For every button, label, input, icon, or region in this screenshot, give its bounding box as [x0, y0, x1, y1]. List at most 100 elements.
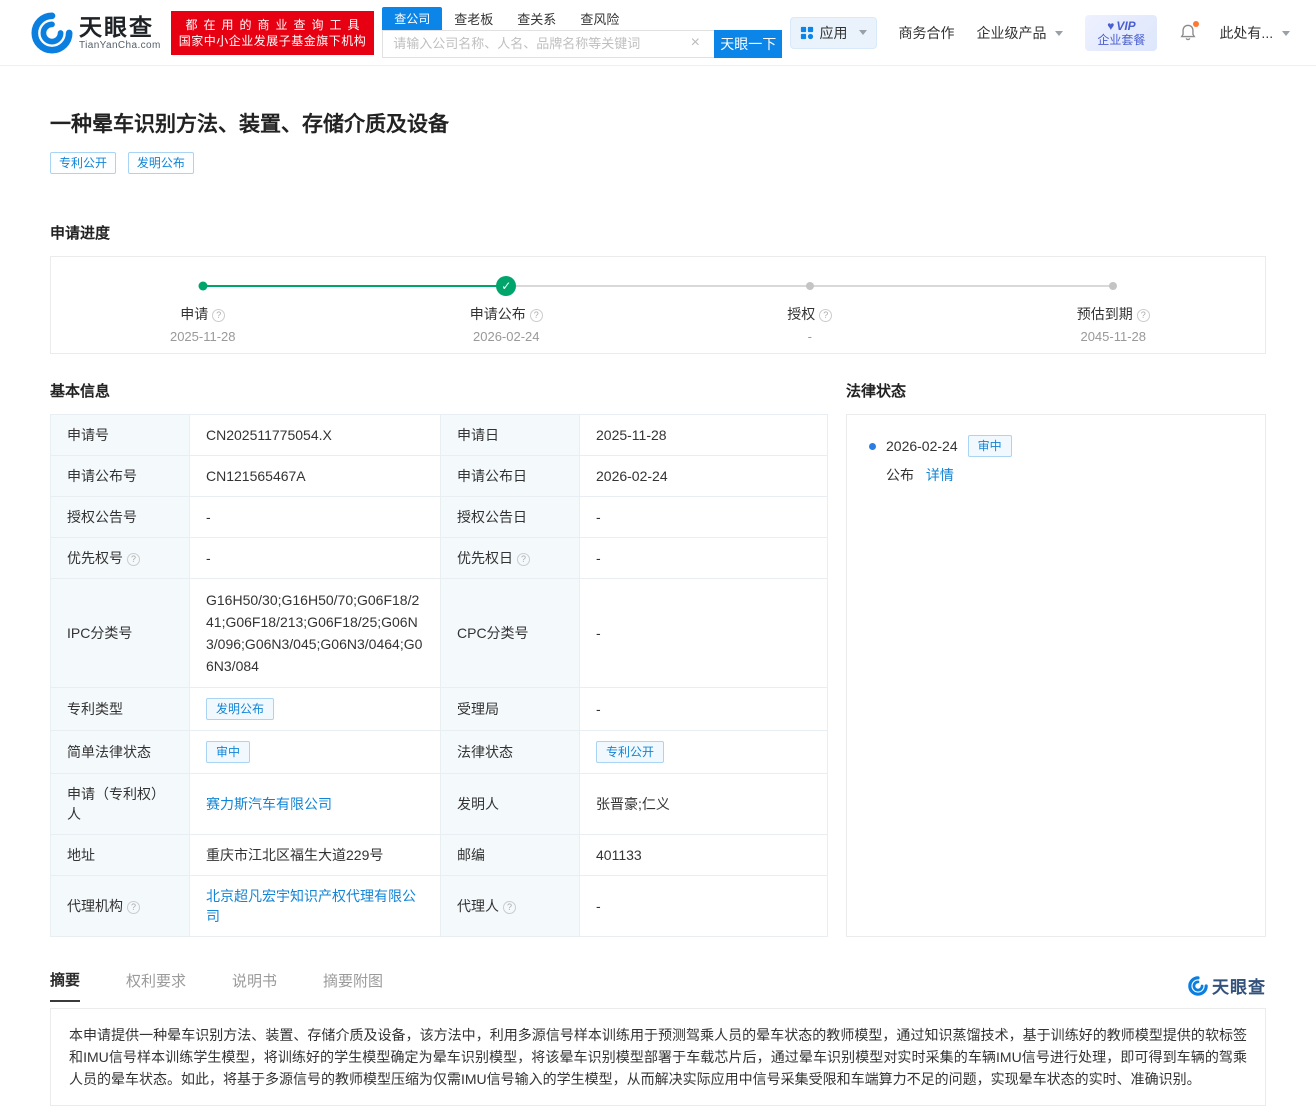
legal-status-line2: 公布 详情: [886, 465, 1243, 485]
applicant-link[interactable]: 赛力斯汽车有限公司: [206, 796, 332, 812]
legal-status-date: 2026-02-24: [886, 438, 958, 454]
info-label: 申请公布日: [440, 455, 580, 497]
search-tab-boss[interactable]: 查老板: [442, 7, 505, 30]
header: 天眼查 TianYanCha.com 都在用的商业查询工具 国家中小企业发展子基…: [0, 0, 1316, 66]
table-row: 授权公告号 - 授权公告日 -: [50, 496, 828, 538]
progress-step-grant: 授权 -: [658, 257, 962, 353]
tianyancha-watermark-icon: [1188, 975, 1208, 996]
info-value: -: [579, 687, 828, 731]
progress-dot-pending: [805, 282, 814, 290]
info-label: 申请（专利权）人: [50, 773, 190, 835]
vip-package-badge[interactable]: VIP 企业套餐: [1085, 14, 1158, 51]
search-input[interactable]: [382, 29, 715, 58]
info-value: -: [189, 537, 441, 579]
notification-dot: [1193, 21, 1200, 27]
basic-info-column: 基本信息 申请号 CN202511775054.X 申请日 2025-11-28…: [50, 380, 828, 937]
user-menu-label: 此处有...: [1219, 24, 1274, 41]
detail-link[interactable]: 详情: [926, 467, 954, 483]
top-nav: 应用 商务合作 企业级产品 VIP 企业套餐 此处有...: [789, 14, 1290, 51]
question-icon[interactable]: [819, 309, 833, 322]
info-label: 专利类型: [50, 687, 190, 731]
info-label: 法律状态: [440, 730, 580, 774]
info-value: 2025-11-28: [579, 414, 828, 456]
nav-item-cooperation[interactable]: 商务合作: [899, 23, 955, 43]
table-row: 简单法律状态 审中 法律状态 专利公开: [50, 730, 828, 774]
basic-info-title: 基本信息: [50, 383, 111, 400]
progress-section-title: 申请进度: [50, 225, 111, 242]
legal-status-column: 法律状态 2026-02-24 审中 公布 详情: [846, 380, 1266, 937]
patent-type-cell-tag: 发明公布: [206, 698, 275, 720]
info-value: CN121565467A: [189, 455, 441, 497]
info-label: 地址: [50, 834, 190, 876]
info-label: 邮编: [440, 834, 580, 876]
agency-link[interactable]: 北京超凡宏宇知识产权代理有限公司: [206, 888, 416, 924]
table-row: 申请公布号 CN121565467A 申请公布日 2026-02-24: [50, 455, 828, 497]
question-icon[interactable]: [127, 553, 140, 566]
question-icon[interactable]: [503, 901, 516, 914]
check-icon: [496, 276, 517, 296]
info-label: 代理机构: [50, 875, 190, 937]
tab-description[interactable]: 说明书: [232, 970, 277, 1001]
search-tab-relation[interactable]: 查关系: [505, 7, 568, 30]
notification-bell[interactable]: [1179, 21, 1200, 42]
search-area: 查公司 查老板 查关系 查风险 天眼一下: [382, 6, 783, 58]
promo-banner-line1: 都在用的商业查询工具: [185, 17, 366, 32]
question-icon[interactable]: [212, 309, 226, 322]
info-label: IPC分类号: [50, 578, 190, 688]
progress-step-apply: 申请 2025-11-28: [51, 257, 355, 353]
progress-step-expiry: 预估到期 2045-11-28: [962, 257, 1266, 353]
legal-status-line1: 2026-02-24 审中: [869, 435, 1243, 457]
clear-icon[interactable]: [686, 34, 704, 52]
tianyancha-watermark: 天眼查: [1188, 973, 1266, 998]
search-tabs: 查公司 查老板 查关系 查风险: [382, 6, 782, 30]
info-label: 优先权号: [50, 537, 190, 579]
progress-step-date: 2026-02-24: [473, 329, 540, 344]
info-label: 受理局: [440, 687, 580, 731]
question-icon[interactable]: [517, 553, 530, 566]
question-icon[interactable]: [127, 901, 140, 914]
progress-step-date: -: [807, 329, 812, 344]
nav-item-enterprise[interactable]: 企业级产品: [977, 23, 1064, 43]
user-menu[interactable]: 此处有...: [1219, 23, 1290, 43]
watermark-brand: 天眼查: [1212, 978, 1266, 997]
patent-type-tag: 发明公布: [127, 152, 194, 174]
tianyancha-logo[interactable]: 天眼查 TianYanCha.com: [31, 11, 161, 54]
progress-dot-done: [198, 281, 208, 291]
detail-tabs: 摘要 权利要求 说明书 摘要附图 天眼查: [50, 969, 1266, 1002]
simple-legal-status-tag: 审中: [206, 741, 251, 763]
info-label: 申请日: [440, 414, 580, 456]
tab-abstract[interactable]: 摘要: [50, 969, 81, 1002]
info-value: -: [579, 578, 828, 688]
apps-menu[interactable]: 应用: [789, 16, 877, 49]
info-value-ipc: G16H50/30;G16H50/70;G06F18/241;G06F18/21…: [189, 578, 441, 688]
info-label: 申请公布号: [50, 455, 190, 497]
info-value: 重庆市江北区福生大道229号: [189, 834, 441, 876]
logo-title: 天眼查: [79, 13, 154, 40]
chevron-down-icon: [858, 30, 867, 35]
search-button[interactable]: 天眼一下: [714, 29, 783, 58]
question-icon[interactable]: [1136, 309, 1150, 322]
tab-abstract-figure[interactable]: 摘要附图: [323, 970, 383, 1001]
abstract-text: 本申请提供一种晕车识别方法、装置、存储介质及设备，该方法中，利用多源信号样本训练…: [50, 1008, 1266, 1106]
question-icon[interactable]: [529, 309, 543, 322]
logo-text: 天眼查 TianYanCha.com: [79, 15, 161, 51]
info-value: 发明公布: [189, 687, 441, 731]
tab-claims[interactable]: 权利要求: [126, 970, 186, 1001]
status-dot: [869, 442, 876, 450]
info-value: 审中: [189, 730, 441, 774]
legal-status-item: 2026-02-24 审中 公布 详情: [869, 435, 1243, 485]
legal-status-state-tag: 审中: [967, 435, 1012, 457]
info-value: 张晋豪;仁义: [579, 773, 828, 835]
table-row: 申请（专利权）人 赛力斯汽车有限公司 发明人 张晋豪;仁义: [50, 773, 828, 835]
search-tab-company[interactable]: 查公司: [382, 6, 443, 30]
table-row: 申请号 CN202511775054.X 申请日 2025-11-28: [50, 414, 828, 456]
search-tab-risk[interactable]: 查风险: [568, 7, 631, 30]
table-row: 地址 重庆市江北区福生大道229号 邮编 401133: [50, 834, 828, 876]
info-label: 代理人: [440, 875, 580, 937]
info-value: -: [579, 875, 828, 937]
table-row: IPC分类号 G16H50/30;G16H50/70;G06F18/241;G0…: [50, 578, 828, 688]
info-label: 申请号: [50, 414, 190, 456]
info-label: 发明人: [440, 773, 580, 835]
info-label: 简单法律状态: [50, 730, 190, 774]
info-label: 授权公告日: [440, 496, 580, 538]
